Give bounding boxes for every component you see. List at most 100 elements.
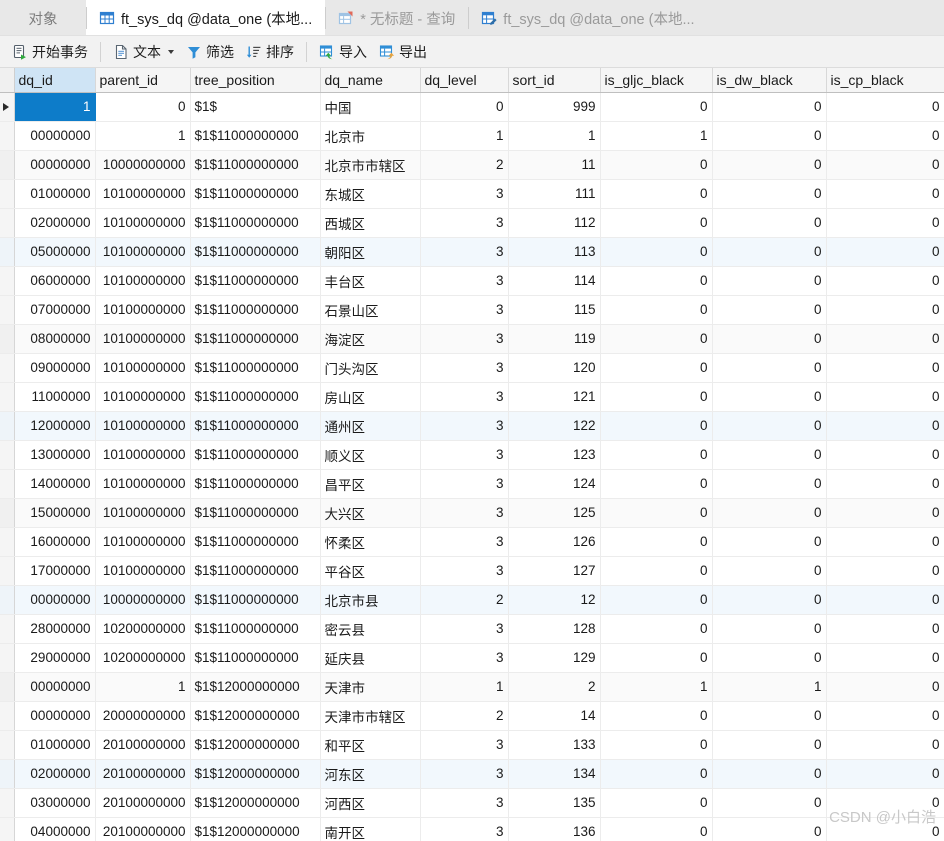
cell-is-gljc-black[interactable]: 0	[600, 469, 713, 499]
cell-dq-level[interactable]: 3	[420, 208, 509, 238]
cell-is-gljc-black[interactable]: 0	[600, 440, 713, 470]
row-marker-cell[interactable]	[0, 266, 15, 296]
cell-dq-name[interactable]: 河东区	[320, 759, 421, 789]
cell-is-dw-black[interactable]: 0	[712, 121, 827, 151]
cell-is-gljc-black[interactable]: 0	[600, 324, 713, 354]
row-marker-cell[interactable]	[0, 556, 15, 586]
cell-dq-name[interactable]: 延庆县	[320, 643, 421, 673]
cell-dq-level[interactable]: 3	[420, 179, 509, 209]
cell-parent-id[interactable]: 10100000000	[95, 527, 191, 557]
table-row[interactable]: 28000000 10200000000 $1$11000000000 密云县 3 128…	[0, 614, 944, 644]
column-header-tree-position[interactable]: tree_position	[190, 68, 321, 93]
cell-parent-id[interactable]: 10100000000	[95, 556, 191, 586]
cell-tree-position[interactable]: $1$12000000000	[190, 759, 321, 789]
row-marker-cell[interactable]	[0, 498, 15, 528]
table-row[interactable]: 29000000 10200000000 $1$11000000000 延庆县 3 129…	[0, 643, 944, 673]
cell-dq-level[interactable]: 2	[420, 585, 509, 615]
cell-dq-level[interactable]: 3	[420, 266, 509, 296]
cell-is-gljc-black[interactable]: 0	[600, 266, 713, 296]
cell-is-cp-black[interactable]: 0	[826, 266, 944, 296]
cell-dq-name[interactable]: 中国	[320, 92, 421, 122]
cell-sort-id[interactable]: 114	[508, 266, 601, 296]
cell-dq-id[interactable]: 01000000	[14, 730, 96, 760]
cell-dq-name[interactable]: 东城区	[320, 179, 421, 209]
cell-dq-level[interactable]: 3	[420, 643, 509, 673]
cell-is-dw-black[interactable]: 0	[712, 295, 827, 325]
cell-is-gljc-black[interactable]: 0	[600, 759, 713, 789]
cell-dq-id[interactable]: 02000000	[14, 759, 96, 789]
cell-sort-id[interactable]: 127	[508, 556, 601, 586]
cell-is-gljc-black[interactable]: 0	[600, 150, 713, 180]
cell-tree-position[interactable]: $1$11000000000	[190, 295, 321, 325]
cell-sort-id[interactable]: 122	[508, 411, 601, 441]
cell-is-dw-black[interactable]: 0	[712, 759, 827, 789]
cell-is-dw-black[interactable]: 0	[712, 266, 827, 296]
column-header-sort-id[interactable]: sort_id	[508, 68, 601, 93]
cell-sort-id[interactable]: 113	[508, 237, 601, 267]
cell-dq-name[interactable]: 石景山区	[320, 295, 421, 325]
tab-ft-sys-dq-data[interactable]: ft_sys_dq @data_one (本地...	[86, 0, 326, 36]
cell-dq-level[interactable]: 3	[420, 730, 509, 760]
cell-is-gljc-black[interactable]: 0	[600, 295, 713, 325]
text-view-button[interactable]: 文本	[107, 39, 180, 65]
cell-dq-level[interactable]: 3	[420, 614, 509, 644]
cell-tree-position[interactable]: $1$11000000000	[190, 440, 321, 470]
cell-is-cp-black[interactable]: 0	[826, 92, 944, 122]
cell-is-cp-black[interactable]: 0	[826, 382, 944, 412]
cell-is-cp-black[interactable]: 0	[826, 527, 944, 557]
column-header-is-cp-black[interactable]: is_cp_black	[826, 68, 944, 93]
cell-is-gljc-black[interactable]: 0	[600, 643, 713, 673]
cell-dq-name[interactable]: 门头沟区	[320, 353, 421, 383]
row-marker-cell[interactable]	[0, 643, 15, 673]
cell-is-gljc-black[interactable]: 0	[600, 498, 713, 528]
cell-dq-id[interactable]: 00000000	[14, 701, 96, 731]
cell-dq-id[interactable]: 02000000	[14, 208, 96, 238]
cell-dq-id[interactable]: 09000000	[14, 353, 96, 383]
cell-dq-level[interactable]: 1	[420, 672, 509, 702]
cell-is-gljc-black[interactable]: 0	[600, 92, 713, 122]
cell-dq-level[interactable]: 3	[420, 817, 509, 841]
table-row[interactable]: 12000000 10100000000 $1$11000000000 通州区 3 122…	[0, 411, 944, 441]
cell-dq-name[interactable]: 河西区	[320, 788, 421, 818]
cell-is-cp-black[interactable]: 0	[826, 208, 944, 238]
cell-is-gljc-black[interactable]: 0	[600, 817, 713, 841]
cell-dq-id[interactable]: 01000000	[14, 179, 96, 209]
cell-is-gljc-black[interactable]: 0	[600, 382, 713, 412]
cell-parent-id[interactable]: 1	[95, 121, 191, 151]
filter-button[interactable]: 筛选	[180, 39, 240, 65]
cell-sort-id[interactable]: 120	[508, 353, 601, 383]
cell-is-dw-black[interactable]: 0	[712, 498, 827, 528]
table-row[interactable]: 13000000 10100000000 $1$11000000000 顺义区 3 123…	[0, 440, 944, 470]
row-marker-cell[interactable]	[0, 208, 15, 238]
cell-dq-name[interactable]: 北京市市辖区	[320, 150, 421, 180]
cell-is-gljc-black[interactable]: 1	[600, 121, 713, 151]
cell-dq-id[interactable]: 14000000	[14, 469, 96, 499]
cell-dq-id[interactable]: 1	[14, 92, 96, 122]
cell-is-cp-black[interactable]: 0	[826, 614, 944, 644]
cell-is-cp-black[interactable]: 0	[826, 295, 944, 325]
cell-dq-name[interactable]: 天津市	[320, 672, 421, 702]
cell-dq-level[interactable]: 3	[420, 556, 509, 586]
cell-dq-id[interactable]: 00000000	[14, 672, 96, 702]
cell-dq-level[interactable]: 0	[420, 92, 509, 122]
row-marker-cell[interactable]	[0, 92, 15, 122]
cell-tree-position[interactable]: $1$12000000000	[190, 730, 321, 760]
table-row[interactable]: 11000000 10100000000 $1$11000000000 房山区 3 121…	[0, 382, 944, 412]
table-row[interactable]: 05000000 10100000000 $1$11000000000 朝阳区 3 113…	[0, 237, 944, 267]
cell-tree-position[interactable]: $1$11000000000	[190, 585, 321, 615]
table-row[interactable]: 14000000 10100000000 $1$11000000000 昌平区 3 124…	[0, 469, 944, 499]
cell-is-cp-black[interactable]: 0	[826, 585, 944, 615]
cell-tree-position[interactable]: $1$11000000000	[190, 150, 321, 180]
cell-sort-id[interactable]: 133	[508, 730, 601, 760]
cell-is-dw-black[interactable]: 0	[712, 614, 827, 644]
cell-is-cp-black[interactable]: 0	[826, 817, 944, 841]
cell-parent-id[interactable]: 10200000000	[95, 614, 191, 644]
cell-is-cp-black[interactable]: 0	[826, 121, 944, 151]
table-row[interactable]: 08000000 10100000000 $1$11000000000 海淀区 3 119…	[0, 324, 944, 354]
cell-dq-level[interactable]: 3	[420, 788, 509, 818]
cell-is-cp-black[interactable]: 0	[826, 556, 944, 586]
cell-is-dw-black[interactable]: 0	[712, 469, 827, 499]
cell-parent-id[interactable]: 0	[95, 92, 191, 122]
cell-is-gljc-black[interactable]: 0	[600, 556, 713, 586]
table-row[interactable]: 15000000 10100000000 $1$11000000000 大兴区 3 125…	[0, 498, 944, 528]
